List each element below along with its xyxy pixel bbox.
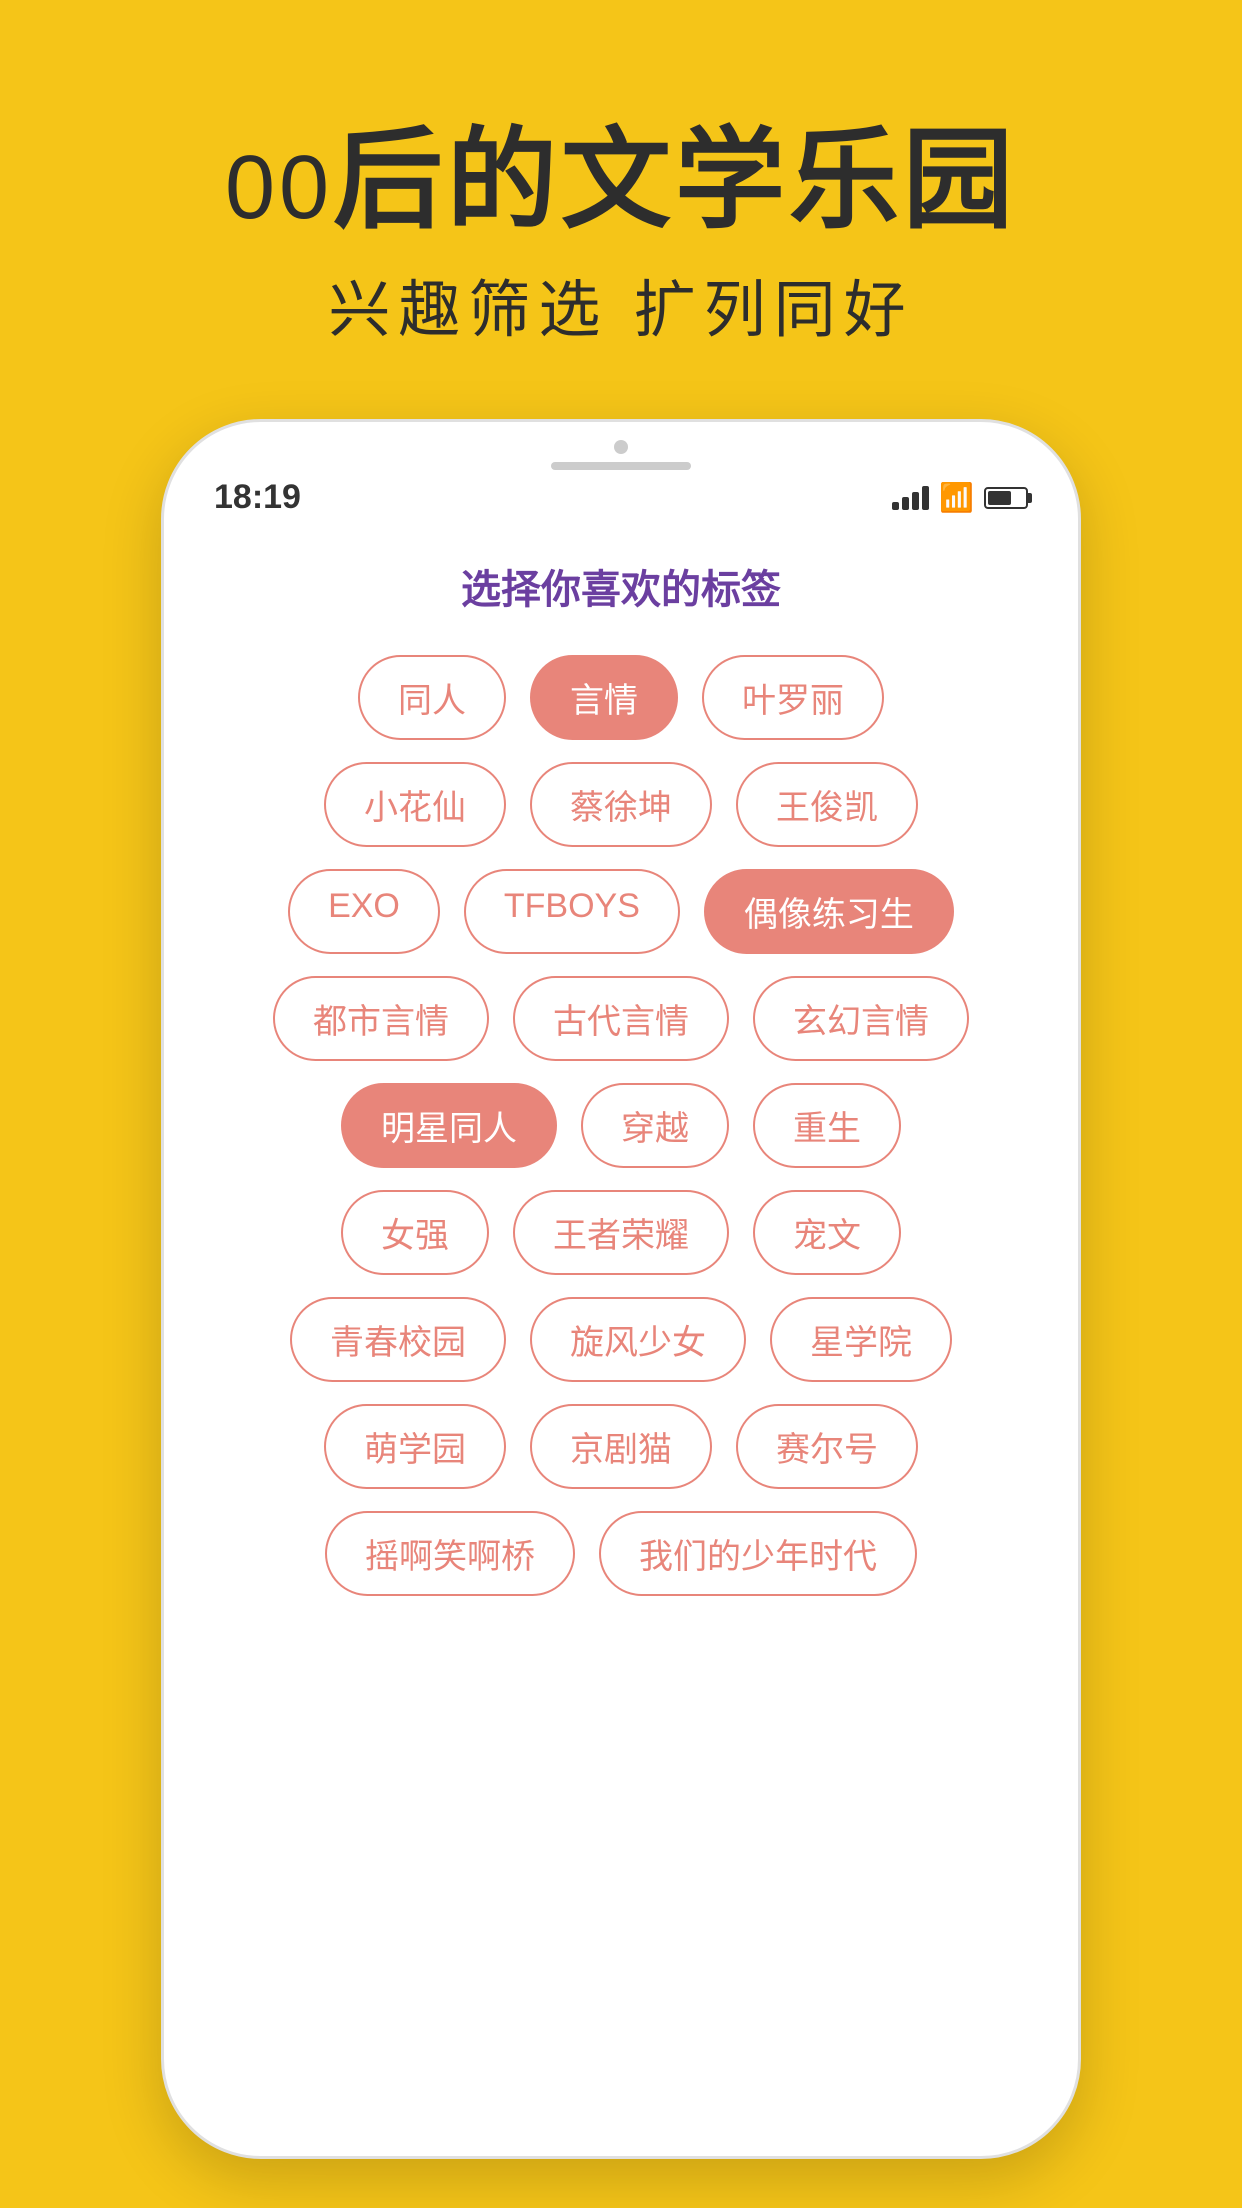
- tag-0-2[interactable]: 叶罗丽: [702, 655, 884, 740]
- phone-top-area: [164, 422, 1078, 470]
- tags-row-8: 摇啊笑啊桥我们的少年时代: [214, 1511, 1028, 1596]
- tag-0-1[interactable]: 言情: [530, 655, 678, 740]
- tag-5-2[interactable]: 宠文: [753, 1190, 901, 1275]
- tags-container: 同人言情叶罗丽小花仙蔡徐坤王俊凯EXOTFBOYS偶像练习生都市言情古代言情玄幻…: [164, 655, 1078, 2156]
- tag-6-0[interactable]: 青春校园: [290, 1297, 506, 1382]
- tags-row-5: 女强王者荣耀宠文: [214, 1190, 1028, 1275]
- tag-0-0[interactable]: 同人: [358, 655, 506, 740]
- phone-camera: [614, 440, 628, 454]
- signal-icon: [892, 486, 929, 510]
- tag-7-1[interactable]: 京剧猫: [530, 1404, 712, 1489]
- title-oo: 00: [225, 138, 333, 238]
- tag-6-2[interactable]: 星学院: [770, 1297, 952, 1382]
- tags-row-0: 同人言情叶罗丽: [214, 655, 1028, 740]
- battery-icon: [984, 487, 1028, 509]
- tags-row-2: EXO TFBOYS 偶像练习生: [214, 869, 1028, 954]
- tag-7-0[interactable]: 萌学园: [324, 1404, 506, 1489]
- signal-bar-1: [892, 502, 899, 510]
- tag-4-1[interactable]: 穿越: [581, 1083, 729, 1168]
- signal-bar-4: [922, 486, 929, 510]
- wifi-icon: 📶: [939, 481, 974, 514]
- tag-8-0[interactable]: 摇啊笑啊桥: [325, 1511, 575, 1596]
- tag-1-0[interactable]: 小花仙: [324, 762, 506, 847]
- tag-4-0[interactable]: 明星同人: [341, 1083, 557, 1168]
- header-section: 00后的文学乐园 兴趣筛选 扩列同好: [225, 120, 1017, 349]
- tag-3-1[interactable]: 古代言情: [513, 976, 729, 1061]
- main-title: 00后的文学乐园: [225, 120, 1017, 241]
- tags-row-7: 萌学园京剧猫赛尔号: [214, 1404, 1028, 1489]
- status-bar: 18:19 📶: [164, 470, 1078, 517]
- status-time: 18:19: [214, 478, 301, 517]
- tag-2-0[interactable]: EXO: [288, 869, 440, 954]
- status-icons: 📶: [892, 481, 1028, 514]
- tag-7-2[interactable]: 赛尔号: [736, 1404, 918, 1489]
- tag-2-2[interactable]: 偶像练习生: [704, 869, 954, 954]
- battery-fill: [988, 491, 1011, 505]
- tag-1-1[interactable]: 蔡徐坤: [530, 762, 712, 847]
- tag-5-0[interactable]: 女强: [341, 1190, 489, 1275]
- subtitle: 兴趣筛选 扩列同好: [225, 259, 1017, 349]
- tags-row-1: 小花仙蔡徐坤王俊凯: [214, 762, 1028, 847]
- tags-row-4: 明星同人穿越重生: [214, 1083, 1028, 1168]
- tag-3-0[interactable]: 都市言情: [273, 976, 489, 1061]
- tags-row-3: 都市言情古代言情玄幻言情: [214, 976, 1028, 1061]
- tag-5-1[interactable]: 王者荣耀: [513, 1190, 729, 1275]
- page-title: 选择你喜欢的标签: [164, 557, 1078, 615]
- phone-frame: 18:19 📶 选择你喜欢的标签 同人言情叶罗丽小花仙蔡徐坤王俊凯EXOTFBO…: [161, 419, 1081, 2159]
- phone-speaker: [551, 462, 691, 470]
- tags-row-6: 青春校园旋风少女星学院: [214, 1297, 1028, 1382]
- tag-6-1[interactable]: 旋风少女: [530, 1297, 746, 1382]
- signal-bar-3: [912, 492, 919, 510]
- tag-8-1[interactable]: 我们的少年时代: [599, 1511, 917, 1596]
- tag-4-2[interactable]: 重生: [753, 1083, 901, 1168]
- tag-2-1[interactable]: TFBOYS: [464, 869, 680, 954]
- signal-bar-2: [902, 497, 909, 510]
- tag-1-2[interactable]: 王俊凯: [736, 762, 918, 847]
- tag-3-2[interactable]: 玄幻言情: [753, 976, 969, 1061]
